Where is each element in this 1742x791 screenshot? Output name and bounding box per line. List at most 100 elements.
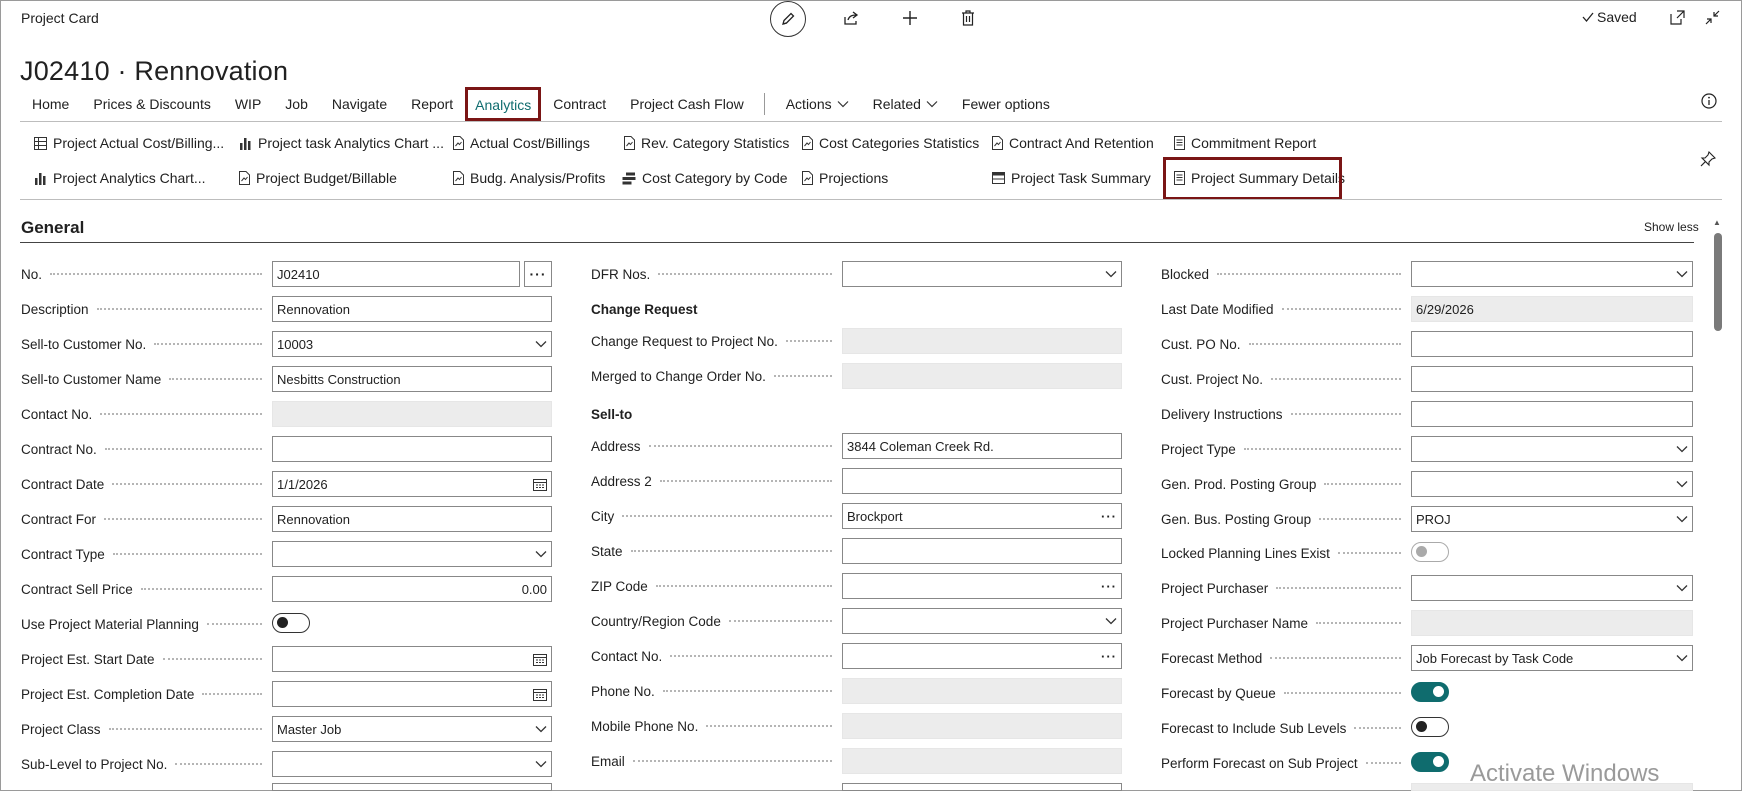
input-field-partial[interactable] — [272, 783, 552, 791]
ribbon-commitment-report[interactable]: Commitment Report — [1174, 135, 1316, 151]
tab-fewer-options[interactable]: Fewer options — [950, 86, 1062, 122]
leader-dots — [728, 620, 832, 622]
ribbon-project-actual-cost-billing[interactable]: Project Actual Cost/Billing... — [34, 135, 224, 151]
chevron-down-icon — [1676, 446, 1688, 453]
ribbon-cost-categories-statistics[interactable]: Cost Categories Statistics — [802, 135, 979, 151]
select-field[interactable]: Master Job — [272, 716, 552, 742]
input-field[interactable] — [842, 468, 1122, 494]
field-value: 6/29/2026 — [1416, 301, 1474, 317]
field-label: Forecast to Include Sub Levels — [1161, 718, 1407, 738]
date-field[interactable] — [272, 646, 552, 672]
input-field[interactable]: 0.00 — [272, 576, 552, 602]
tab-wip[interactable]: WIP — [223, 86, 273, 122]
tab-job[interactable]: Job — [273, 86, 320, 122]
scroll-up-arrow[interactable]: ▲ — [1713, 218, 1721, 227]
ribbon-project-analytics-chart[interactable]: Project Analytics Chart... — [34, 170, 206, 186]
field-last-date-modified: Last Date Modified 6/29/2026 — [1161, 293, 1693, 323]
input-field[interactable]: J02410 — [272, 261, 520, 287]
share-button[interactable] — [840, 6, 864, 30]
new-button[interactable] — [898, 6, 922, 30]
tab-project-cash-flow[interactable]: Project Cash Flow — [618, 86, 756, 122]
field-value: Job Forecast by Task Code — [1416, 650, 1574, 666]
leader-dots — [648, 445, 832, 447]
toggle-switch[interactable] — [1411, 752, 1449, 772]
input-field[interactable]: ··· — [842, 573, 1122, 599]
input-field[interactable]: 3844 Coleman Creek Rd. — [842, 433, 1122, 459]
tab-report[interactable]: Report — [399, 86, 465, 122]
section-title-general: General — [21, 218, 85, 237]
ribbon-project-task-analytics-chart[interactable]: Project task Analytics Chart ... — [239, 135, 444, 151]
ribbon-cost-category-by-code[interactable]: Cost Category by Code — [622, 170, 788, 186]
input-field[interactable]: Rennovation — [272, 296, 552, 322]
field-value: PROJ — [1416, 511, 1451, 527]
ribbon-project-budget-billable[interactable]: Project Budget/Billable — [239, 170, 397, 186]
ribbon-budg-analysis-profits[interactable]: Budg. Analysis/Profits — [453, 170, 605, 186]
ribbon-rev-category-statistics[interactable]: Rev. Category Statistics — [624, 135, 789, 151]
field-cust-project-no: Cust. Project No. — [1161, 363, 1693, 393]
show-less-link[interactable]: Show less — [1644, 220, 1699, 234]
select-field[interactable]: Job Forecast by Task Code — [1411, 645, 1693, 671]
pin-button[interactable] — [1700, 150, 1717, 170]
input-field[interactable]: Nesbitts Construction — [272, 366, 552, 392]
input-field[interactable] — [1411, 366, 1693, 392]
toggle-switch[interactable] — [1411, 682, 1449, 702]
ribbon-project-task-summary[interactable]: Project Task Summary — [992, 170, 1151, 186]
input-field[interactable]: Rennovation — [272, 506, 552, 532]
input-field-partial[interactable] — [842, 783, 1122, 791]
ribbon-projections[interactable]: Projections — [802, 170, 888, 186]
input-field[interactable] — [1411, 401, 1693, 427]
tab-related-label: Related — [872, 96, 921, 112]
date-field[interactable] — [272, 681, 552, 707]
input-field[interactable] — [842, 538, 1122, 564]
delete-button[interactable] — [956, 6, 980, 30]
ribbon-label: Rev. Category Statistics — [641, 135, 790, 151]
toggle-switch[interactable] — [272, 613, 310, 633]
select-field[interactable] — [1411, 436, 1693, 462]
tab-navigate[interactable]: Navigate — [320, 86, 399, 122]
field-zip-code: ZIP Code ··· — [591, 570, 1122, 600]
select-field[interactable] — [842, 261, 1122, 287]
input-field[interactable]: Brockport ··· — [842, 503, 1122, 529]
lookup-button[interactable]: ··· — [524, 261, 552, 287]
field-state: State — [591, 535, 1122, 565]
field-gen-bus-posting-group: Gen. Bus. Posting Group PROJ — [1161, 503, 1693, 533]
top-action-bar — [770, 0, 980, 37]
chevron-down-icon — [1676, 516, 1688, 523]
input-field[interactable]: ··· — [842, 643, 1122, 669]
scrollbar-thumb[interactable] — [1714, 233, 1722, 331]
group-heading-change-request: Change Request — [591, 302, 698, 317]
info-button[interactable] — [1701, 93, 1717, 112]
collapse-button[interactable] — [1702, 7, 1722, 27]
field-project-est-completion-date: Project Est. Completion Date — [21, 678, 552, 708]
date-field[interactable]: 1/1/2026 — [272, 471, 552, 497]
input-field[interactable] — [1411, 331, 1693, 357]
select-field[interactable] — [1411, 261, 1693, 287]
tab-prices-discounts[interactable]: Prices & Discounts — [81, 86, 222, 122]
select-field[interactable] — [1411, 575, 1693, 601]
toggle-switch[interactable] — [1411, 717, 1449, 737]
select-field[interactable] — [272, 541, 552, 567]
open-new-window-button[interactable] — [1667, 7, 1687, 27]
leader-dots — [1290, 413, 1401, 415]
tab-actions[interactable]: Actions — [774, 86, 861, 122]
tab-analytics[interactable]: Analytics — [465, 87, 542, 121]
select-field[interactable]: PROJ — [1411, 506, 1693, 532]
tab-contract[interactable]: Contract — [541, 86, 618, 122]
input-field[interactable] — [272, 436, 552, 462]
tab-related[interactable]: Related — [861, 86, 950, 122]
select-field[interactable] — [272, 751, 552, 777]
highlight-box — [1163, 157, 1342, 200]
select-field[interactable] — [1411, 471, 1693, 497]
select-field[interactable]: 10003 — [272, 331, 552, 357]
trash-icon — [962, 10, 974, 26]
ribbon-label: Actual Cost/Billings — [470, 135, 590, 151]
tab-home[interactable]: Home — [20, 86, 81, 122]
ribbon-contract-and-retention[interactable]: Contract And Retention — [992, 135, 1154, 151]
field-label-text: Project Est. Start Date — [21, 651, 155, 667]
collapse-icon — [1705, 10, 1719, 24]
ribbon-actual-cost-billings[interactable]: Actual Cost/Billings — [453, 135, 590, 151]
ellipsis-icon: ··· — [1101, 578, 1117, 594]
edit-button[interactable] — [770, 1, 806, 37]
select-field[interactable] — [842, 608, 1122, 634]
field-project-type: Project Type — [1161, 433, 1693, 463]
